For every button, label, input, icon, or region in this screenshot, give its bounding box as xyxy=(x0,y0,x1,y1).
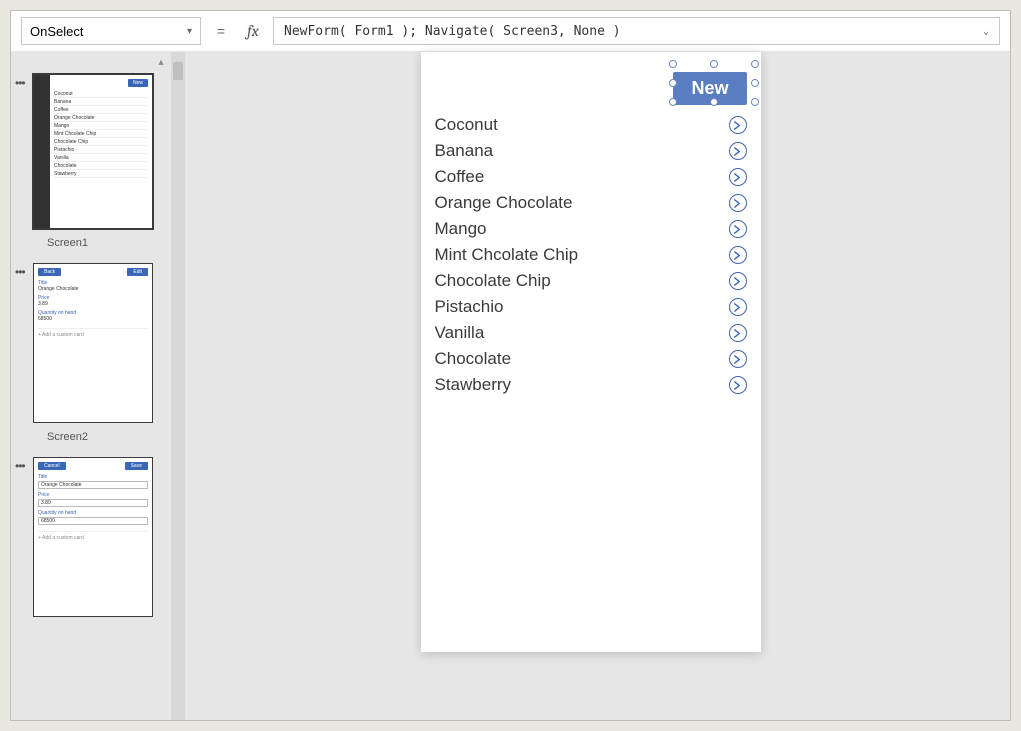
arrow-right-icon[interactable] xyxy=(729,168,747,186)
screen-thumbnail-1[interactable]: ••• New CoconutBananaCoffeeOrange Chocol… xyxy=(33,74,157,229)
thumb3-title-label: Title xyxy=(38,474,148,480)
screen-thumbnail-2[interactable]: ••• Back Edit Title Orange Chocolate Pri… xyxy=(33,263,157,423)
formula-text: NewForm( Form1 ); Navigate( Screen3, Non… xyxy=(284,24,621,39)
thumb3-qty-label: Quantity on hand xyxy=(38,510,148,516)
property-dropdown-value: OnSelect xyxy=(30,24,83,39)
thumbnail-label-2: Screen2 xyxy=(47,431,171,443)
thumbnail-screen2[interactable]: Back Edit Title Orange Chocolate Price 3… xyxy=(33,263,153,423)
screens-panel: ▴ ••• New CoconutBananaCoffeeOrange Choc… xyxy=(11,52,171,720)
thumb2-back: Back xyxy=(38,268,61,276)
thumbnail-screen3[interactable]: Cancel Save Title Orange Chocolate Price… xyxy=(33,457,153,617)
thumb3-qty-input: 68500 xyxy=(38,517,148,525)
thumb3-cancel: Cancel xyxy=(38,462,66,470)
thumb1-row: Coconut xyxy=(54,90,148,98)
gallery-row[interactable]: Banana xyxy=(435,138,747,164)
thumbnail-menu-icon[interactable]: ••• xyxy=(15,76,25,90)
thumb1-row: Banana xyxy=(54,98,148,106)
resize-handle-tm[interactable] xyxy=(710,60,718,68)
phone-screen[interactable]: New CoconutBananaCoffeeOrange ChocolateM… xyxy=(421,52,761,652)
gallery-item-label: Chocolate Chip xyxy=(435,271,551,291)
thumb1-row: Chocolate Chip xyxy=(54,138,148,146)
gallery-item-label: Mango xyxy=(435,219,487,239)
resize-handle-bm[interactable] xyxy=(710,98,718,106)
arrow-right-icon[interactable] xyxy=(729,116,747,134)
thumb1-row: Coffee xyxy=(54,106,148,114)
thumb1-row: Stawberry xyxy=(54,170,148,178)
thumb1-row: Mint Chcolate Chip xyxy=(54,130,148,138)
gallery[interactable]: Coconut Banana Coffee Orange Chocolate Mango… xyxy=(421,112,761,398)
gallery-item-label: Coffee xyxy=(435,167,485,187)
thumb1-row: Orange Chocolate xyxy=(54,114,148,122)
resize-handle-br[interactable] xyxy=(751,98,759,106)
gallery-row[interactable]: Chocolate xyxy=(435,346,747,372)
gallery-item-label: Vanilla xyxy=(435,323,485,343)
thumb1-row: Vanilla xyxy=(54,154,148,162)
gallery-row[interactable]: Mango xyxy=(435,216,747,242)
gallery-row[interactable]: Pistachio xyxy=(435,294,747,320)
thumb2-price-value: 3.89 xyxy=(38,301,148,307)
gallery-item-label: Coconut xyxy=(435,115,498,135)
thumb3-price-label: Price xyxy=(38,492,148,498)
thumb2-qty-value: 68500 xyxy=(38,316,148,322)
thumbnail-label-1: Screen1 xyxy=(47,237,171,249)
arrow-right-icon[interactable] xyxy=(729,350,747,368)
resize-handle-bl[interactable] xyxy=(669,98,677,106)
resize-handle-mr[interactable] xyxy=(751,79,759,87)
scrollbar-track[interactable] xyxy=(171,52,185,720)
gallery-row[interactable]: Stawberry xyxy=(435,372,747,398)
thumb3-save: Save xyxy=(125,462,148,470)
gallery-item-label: Stawberry xyxy=(435,375,512,395)
app-frame: OnSelect ▾ = fx NewForm( Form1 ); Naviga… xyxy=(10,10,1011,721)
thumbnail-darkbar xyxy=(34,75,50,228)
gallery-item-label: Banana xyxy=(435,141,494,161)
thumb3-add-card: + Add a custom card xyxy=(38,531,148,541)
arrow-right-icon[interactable] xyxy=(729,220,747,238)
arrow-right-icon[interactable] xyxy=(729,246,747,264)
gallery-row[interactable]: Vanilla xyxy=(435,320,747,346)
thumb1-row: Pistachio xyxy=(54,146,148,154)
gallery-item-label: Pistachio xyxy=(435,297,504,317)
arrow-right-icon[interactable] xyxy=(729,298,747,316)
chevron-down-icon: ▾ xyxy=(187,26,192,37)
formula-input[interactable]: NewForm( Form1 ); Navigate( Screen3, Non… xyxy=(273,17,1000,45)
gallery-item-label: Chocolate xyxy=(435,349,512,369)
gallery-item-label: Orange Chocolate xyxy=(435,193,573,213)
scroll-up-icon[interactable]: ▴ xyxy=(155,56,167,68)
arrow-right-icon[interactable] xyxy=(729,376,747,394)
thumbnail-screen1[interactable]: New CoconutBananaCoffeeOrange ChocolateM… xyxy=(33,74,153,229)
resize-handle-tr[interactable] xyxy=(751,60,759,68)
equals-label: = xyxy=(209,19,233,43)
thumbnail-menu-icon[interactable]: ••• xyxy=(15,459,25,473)
selection-handles[interactable] xyxy=(673,64,755,102)
thumb1-row: Mango xyxy=(54,122,148,130)
thumb2-add-card: + Add a custom card xyxy=(38,328,148,338)
thumb2-edit: Edit xyxy=(127,268,148,276)
gallery-row[interactable]: Coconut xyxy=(435,112,747,138)
thumbnail-menu-icon[interactable]: ••• xyxy=(15,265,25,279)
gallery-row[interactable]: Orange Chocolate xyxy=(435,190,747,216)
fx-icon: fx xyxy=(241,22,265,40)
thumb3-title-input: Orange Chocolate xyxy=(38,481,148,489)
canvas: New CoconutBananaCoffeeOrange ChocolateM… xyxy=(171,52,1010,720)
formula-expand-icon[interactable]: ⌄ xyxy=(983,26,989,37)
gallery-row[interactable]: Chocolate Chip xyxy=(435,268,747,294)
thumb2-title-value: Orange Chocolate xyxy=(38,286,148,292)
formula-bar: OnSelect ▾ = fx NewForm( Form1 ); Naviga… xyxy=(11,11,1010,52)
arrow-right-icon[interactable] xyxy=(729,142,747,160)
resize-handle-ml[interactable] xyxy=(669,79,677,87)
thumb3-price-input: 3.89 xyxy=(38,499,148,507)
arrow-right-icon[interactable] xyxy=(729,194,747,212)
scrollbar-thumb[interactable] xyxy=(173,62,183,80)
property-dropdown[interactable]: OnSelect ▾ xyxy=(21,17,201,45)
arrow-right-icon[interactable] xyxy=(729,272,747,290)
gallery-row[interactable]: Mint Chcolate Chip xyxy=(435,242,747,268)
screen-thumbnail-3[interactable]: ••• Cancel Save Title Orange Chocolate P… xyxy=(33,457,157,617)
gallery-item-label: Mint Chcolate Chip xyxy=(435,245,579,265)
arrow-right-icon[interactable] xyxy=(729,324,747,342)
thumb1-new-button: New xyxy=(128,79,148,87)
work-area: ▴ ••• New CoconutBananaCoffeeOrange Choc… xyxy=(11,52,1010,720)
resize-handle-tl[interactable] xyxy=(669,60,677,68)
gallery-row[interactable]: Coffee xyxy=(435,164,747,190)
thumb1-row: Chocolate xyxy=(54,162,148,170)
